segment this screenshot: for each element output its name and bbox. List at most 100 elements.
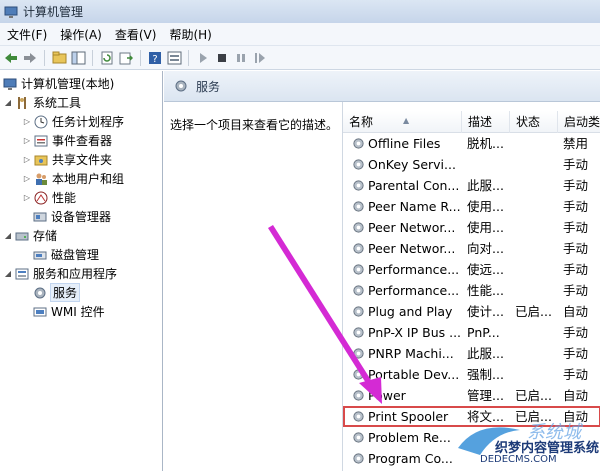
tree-item-label: 设备管理器 (51, 210, 112, 224)
service-gear-icon (353, 159, 364, 170)
service-row[interactable]: PnP-X IP Bus ... PnP... 手动 (343, 322, 600, 343)
expand-arrow-icon[interactable]: ▷ (22, 193, 32, 202)
pause-service-icon[interactable] (233, 50, 249, 66)
service-name-cell: Portable Dev... (352, 364, 462, 385)
expand-arrow-icon[interactable]: ▷ (22, 117, 32, 126)
up-folder-icon[interactable] (51, 50, 67, 66)
collapse-arrow-icon[interactable]: ◢ (3, 231, 13, 240)
tree-item-shared-folders[interactable]: ▷ 共享文件夹 (22, 150, 112, 169)
column-header-name[interactable]: ▲ 名称 (343, 111, 462, 133)
tree-item-label: 共享文件夹 (52, 153, 113, 167)
expand-arrow-icon[interactable]: ▷ (22, 174, 32, 183)
properties-icon[interactable] (166, 50, 182, 66)
service-description-cell: 使用... (467, 220, 504, 235)
service-startup-cell: 手动 (563, 325, 589, 340)
service-name: Performance... (368, 283, 460, 298)
expand-arrow-icon[interactable]: ▷ (22, 155, 32, 164)
service-name-cell: OnKey Servi... (352, 154, 462, 175)
service-description-cell: 此服... (467, 346, 504, 361)
menu-action[interactable]: 操作(A) (55, 26, 110, 43)
pane-title: 服务 (196, 79, 221, 94)
service-name-cell: Problem Re... (352, 427, 462, 448)
column-header-description[interactable]: 描述 (462, 111, 510, 133)
column-header-label: 描述 (468, 115, 493, 129)
service-description-cell: 性能... (467, 283, 504, 298)
service-gear-icon (353, 264, 364, 275)
service-description-cell (467, 154, 513, 175)
tree-item-system-tools[interactable]: ◢ 系统工具 (3, 93, 81, 112)
service-row[interactable]: Plug and Play 使计... 已启... 自动 (343, 301, 600, 322)
wmi-icon (33, 307, 47, 316)
tree-item-label: 计算机管理(本地) (21, 77, 115, 91)
tree-item-storage[interactable]: ◢ 存储 (3, 226, 57, 245)
service-startup-cell: 手动 (563, 346, 589, 361)
service-status-cell (515, 280, 559, 301)
column-header-status[interactable]: 状态 (510, 111, 558, 133)
tree-item-root[interactable]: 计算机管理(本地) (3, 74, 114, 93)
export-list-icon[interactable] (118, 50, 134, 66)
service-name: Portable Dev... (368, 367, 460, 382)
tree-item-wmi[interactable]: WMI 控件 (33, 302, 105, 321)
tree-item-disk-management[interactable]: 磁盘管理 (33, 245, 99, 264)
tree-item-performance[interactable]: ▷ 性能 (22, 188, 76, 207)
event-viewer-icon (34, 135, 48, 146)
service-row[interactable]: Peer Networ... 使用... 手动 (343, 217, 600, 238)
expand-arrow-icon[interactable]: ▷ (22, 136, 32, 145)
stop-service-icon[interactable] (214, 50, 230, 66)
tree-item-local-users[interactable]: ▷ 本地用户和组 (22, 169, 124, 188)
service-row[interactable]: Parental Con... 此服... 手动 (343, 175, 600, 196)
service-name-cell: Performance... (352, 259, 462, 280)
service-name-cell: PNRP Machi... (352, 343, 462, 364)
service-gear-icon (353, 348, 364, 359)
back-icon[interactable] (3, 50, 19, 66)
service-row[interactable]: Power 管理... 已启... 自动 (343, 385, 600, 406)
service-row[interactable]: PNRP Machi... 此服... 手动 (343, 343, 600, 364)
service-row[interactable]: OnKey Servi... 手动 (343, 154, 600, 175)
service-name-cell: Peer Name R... (352, 196, 462, 217)
toolbar-separator (188, 49, 189, 66)
service-row[interactable]: Performance... 性能... 手动 (343, 280, 600, 301)
service-name: Program Co... (368, 451, 453, 466)
column-header-startup-type[interactable]: 启动类 (558, 111, 600, 133)
service-row[interactable]: Peer Name R... 使用... 手动 (343, 196, 600, 217)
service-name-cell: PnP-X IP Bus ... (352, 322, 462, 343)
tree-item-event-viewer[interactable]: ▷ 事件查看器 (22, 131, 112, 150)
restart-service-icon[interactable] (252, 50, 268, 66)
service-row[interactable]: Offline Files 脱机... 禁用 (343, 133, 600, 154)
show-hide-tree-icon[interactable] (70, 50, 86, 66)
tree-item-device-manager[interactable]: 设备管理器 (33, 207, 111, 226)
tree-item-task-scheduler[interactable]: ▷ 任务计划程序 (22, 112, 124, 131)
service-row[interactable]: Peer Networ... 向对... 手动 (343, 238, 600, 259)
svg-text:?: ? (152, 54, 157, 65)
tree-item-label: 磁盘管理 (51, 248, 100, 262)
storage-icon (15, 232, 29, 240)
service-gear-icon (353, 327, 364, 338)
help-icon[interactable]: ? (147, 50, 163, 66)
tree-item-services-apps[interactable]: ◢ 服务和应用程序 (3, 264, 117, 283)
service-row[interactable]: Portable Dev... 强制... 手动 (343, 364, 600, 385)
forward-icon[interactable] (22, 50, 38, 66)
service-startup-cell: 手动 (563, 220, 589, 235)
service-status-cell (515, 133, 559, 154)
service-row[interactable]: Performance... 使远... 手动 (343, 259, 600, 280)
description-text: 选择一个项目来查看它的描述。 (170, 118, 339, 132)
tree-item-services[interactable]: 服务 (33, 283, 81, 302)
service-gear-icon (353, 285, 364, 296)
menu-help[interactable]: 帮助(H) (164, 26, 219, 43)
column-header-label: 名称 (349, 115, 374, 129)
tree-item-label: 服务和应用程序 (33, 267, 118, 281)
sort-ascending-icon: ▲ (403, 116, 410, 125)
service-name: Print Spooler (368, 409, 449, 424)
start-service-icon[interactable] (195, 50, 211, 66)
menu-view[interactable]: 查看(V) (110, 26, 165, 43)
users-icon (36, 173, 47, 185)
service-name-cell: Offline Files (352, 133, 462, 154)
collapse-arrow-icon[interactable]: ◢ (3, 98, 13, 107)
refresh-icon[interactable] (99, 50, 115, 66)
service-gear-icon (353, 369, 364, 380)
service-name-cell: Print Spooler (352, 406, 462, 427)
menu-file[interactable]: 文件(F) (2, 26, 55, 43)
service-name-cell: Power (352, 385, 462, 406)
collapse-arrow-icon[interactable]: ◢ (3, 269, 13, 278)
service-gear-icon (353, 453, 364, 464)
